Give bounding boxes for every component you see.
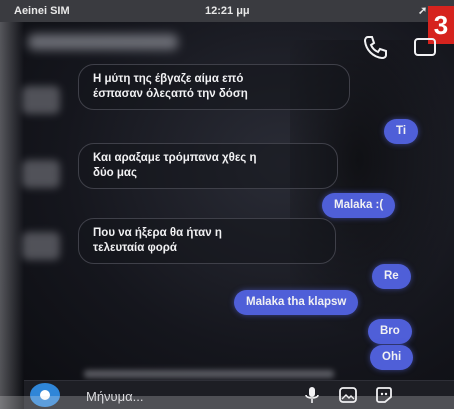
status-time: 12:21 μμ [205,5,250,17]
message-text: Η μύτη της έβγαζε αίμα επό έσπασαν όλεςα… [93,73,248,100]
message-text: Ti [396,125,407,137]
avatar [22,160,60,188]
message-text: Ohi [382,351,402,363]
message-outgoing: Malaka tha klapsw [234,290,359,315]
message-outgoing: Ti [384,119,419,144]
message-incoming: Και αραξαμε τρόμπανα χθες η δύο μας [78,143,338,189]
avatar [22,232,60,260]
message-incoming: Που να ήξερα θα ήταν η τελευταία φορά [78,218,336,264]
photo-frame-edge [0,396,454,409]
message-text: Bro [380,325,400,337]
contact-name[interactable] [28,34,178,50]
message-outgoing: Ohi [370,345,414,370]
message-incoming: Η μύτη της έβγαζε αίμα επό έσπασαν όλεςα… [78,64,350,110]
carrier-label: Aeinei SIM [14,5,70,17]
photo-frame-edge [0,22,24,409]
status-bar: Aeinei SIM 12:21 μμ ➚ [0,0,454,22]
chat-header [0,22,454,70]
message-outgoing: Bro [368,319,412,344]
message-outgoing: Malaka :( [322,193,396,218]
phone-icon[interactable] [360,32,390,62]
instagram-dm-screen: Aeinei SIM 12:21 μμ ➚ 3 Η μύτη της έβγαζ… [0,0,454,409]
message-text: Και αραξαμε τρόμπανα χθες η δύο μας [93,152,257,179]
partially-visible-message [84,370,334,378]
location-arrow-icon: ➚ [418,5,428,17]
avatar [22,86,60,114]
message-text: Που να ήξερα θα ήταν η τελευταία φορά [93,227,222,254]
message-text: Re [384,270,399,282]
message-text: Malaka tha klapsw [246,296,347,308]
message-text: Malaka :( [334,199,384,211]
message-outgoing: Re [372,264,411,289]
video-camera-icon[interactable] [412,36,442,58]
